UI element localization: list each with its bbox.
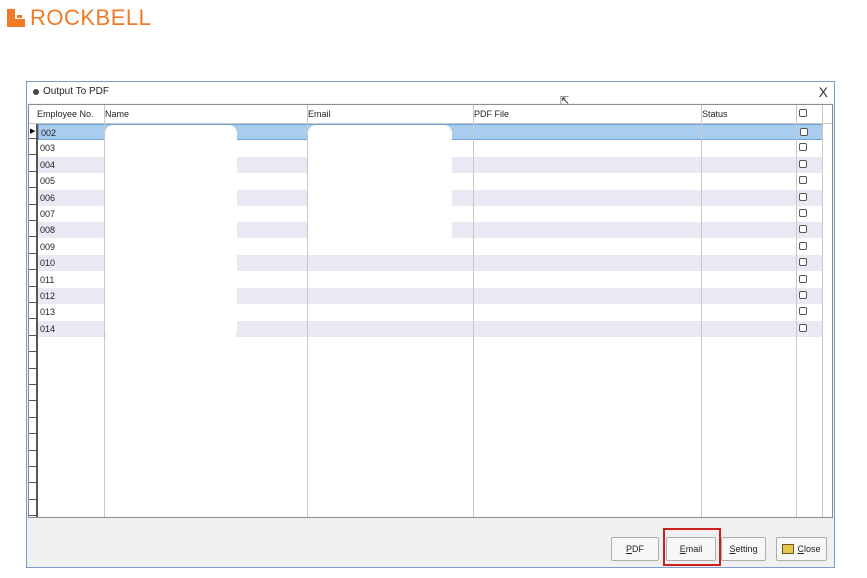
employee-no-cell: 004 bbox=[40, 159, 56, 170]
row-checkbox[interactable] bbox=[799, 225, 807, 234]
employee-no-cell: 005 bbox=[40, 176, 56, 187]
row-checkbox[interactable] bbox=[799, 323, 807, 332]
current-row-arrow-icon: ▶ bbox=[30, 128, 36, 135]
logo-text: ROCKBELL bbox=[30, 5, 152, 30]
employee-no-cell: 003 bbox=[40, 143, 56, 154]
employee-no-cell: 002 bbox=[41, 128, 57, 138]
setting-button[interactable]: Setting bbox=[721, 537, 766, 561]
pdf-button[interactable]: PDF bbox=[611, 537, 659, 561]
row-checkbox[interactable] bbox=[799, 307, 807, 316]
window-close-icon[interactable]: X bbox=[819, 83, 828, 101]
col-email[interactable]: Email bbox=[308, 109, 331, 119]
row-checkbox[interactable] bbox=[799, 291, 807, 299]
employee-no-cell: 006 bbox=[40, 192, 56, 203]
output-to-pdf-window: Output To PDF ⇱ X Employee No. Name Emai… bbox=[26, 81, 835, 568]
redacted-emails bbox=[308, 125, 452, 249]
email-button-highlight bbox=[663, 528, 721, 566]
row-checkbox[interactable] bbox=[799, 209, 807, 217]
redacted-names bbox=[105, 125, 237, 339]
select-all-checkbox[interactable] bbox=[799, 109, 807, 117]
col-pdf-file[interactable]: PDF File bbox=[474, 109, 509, 119]
employee-no-cell: 008 bbox=[40, 225, 56, 236]
row-checkbox[interactable] bbox=[800, 128, 808, 136]
row-checkbox[interactable] bbox=[799, 258, 807, 267]
rockbell-logo-mark-icon bbox=[7, 9, 25, 27]
window-icon bbox=[33, 89, 39, 95]
employee-no-cell: 009 bbox=[40, 241, 56, 252]
row-checkbox[interactable] bbox=[799, 192, 807, 201]
title-bar: Output To PDF ⇱ X bbox=[27, 82, 834, 107]
row-header-column: ▶ bbox=[29, 124, 38, 517]
row-checkbox[interactable] bbox=[799, 176, 807, 185]
employee-grid[interactable]: Employee No. Name Email PDF File Status … bbox=[28, 104, 833, 518]
col-status[interactable]: Status bbox=[702, 109, 728, 119]
grid-header: Employee No. Name Email PDF File Status bbox=[29, 105, 832, 124]
row-checkbox[interactable] bbox=[799, 241, 807, 250]
employee-no-cell: 010 bbox=[40, 258, 56, 269]
col-employee-no[interactable]: Employee No. bbox=[37, 109, 94, 119]
row-checkbox[interactable] bbox=[799, 159, 807, 168]
employee-no-cell: 007 bbox=[40, 209, 56, 219]
employee-no-cell: 012 bbox=[40, 291, 56, 301]
row-checkbox[interactable] bbox=[799, 143, 807, 152]
close-folder-icon bbox=[782, 543, 795, 554]
employee-no-cell: 013 bbox=[40, 307, 56, 318]
row-checkbox[interactable] bbox=[799, 274, 807, 283]
col-name[interactable]: Name bbox=[105, 109, 129, 119]
close-button[interactable]: Close bbox=[776, 537, 827, 561]
rockbell-logo: ROCKBELL bbox=[7, 7, 151, 29]
window-title: Output To PDF bbox=[43, 86, 109, 97]
employee-no-cell: 011 bbox=[40, 274, 55, 285]
employee-no-cell: 014 bbox=[40, 323, 56, 334]
